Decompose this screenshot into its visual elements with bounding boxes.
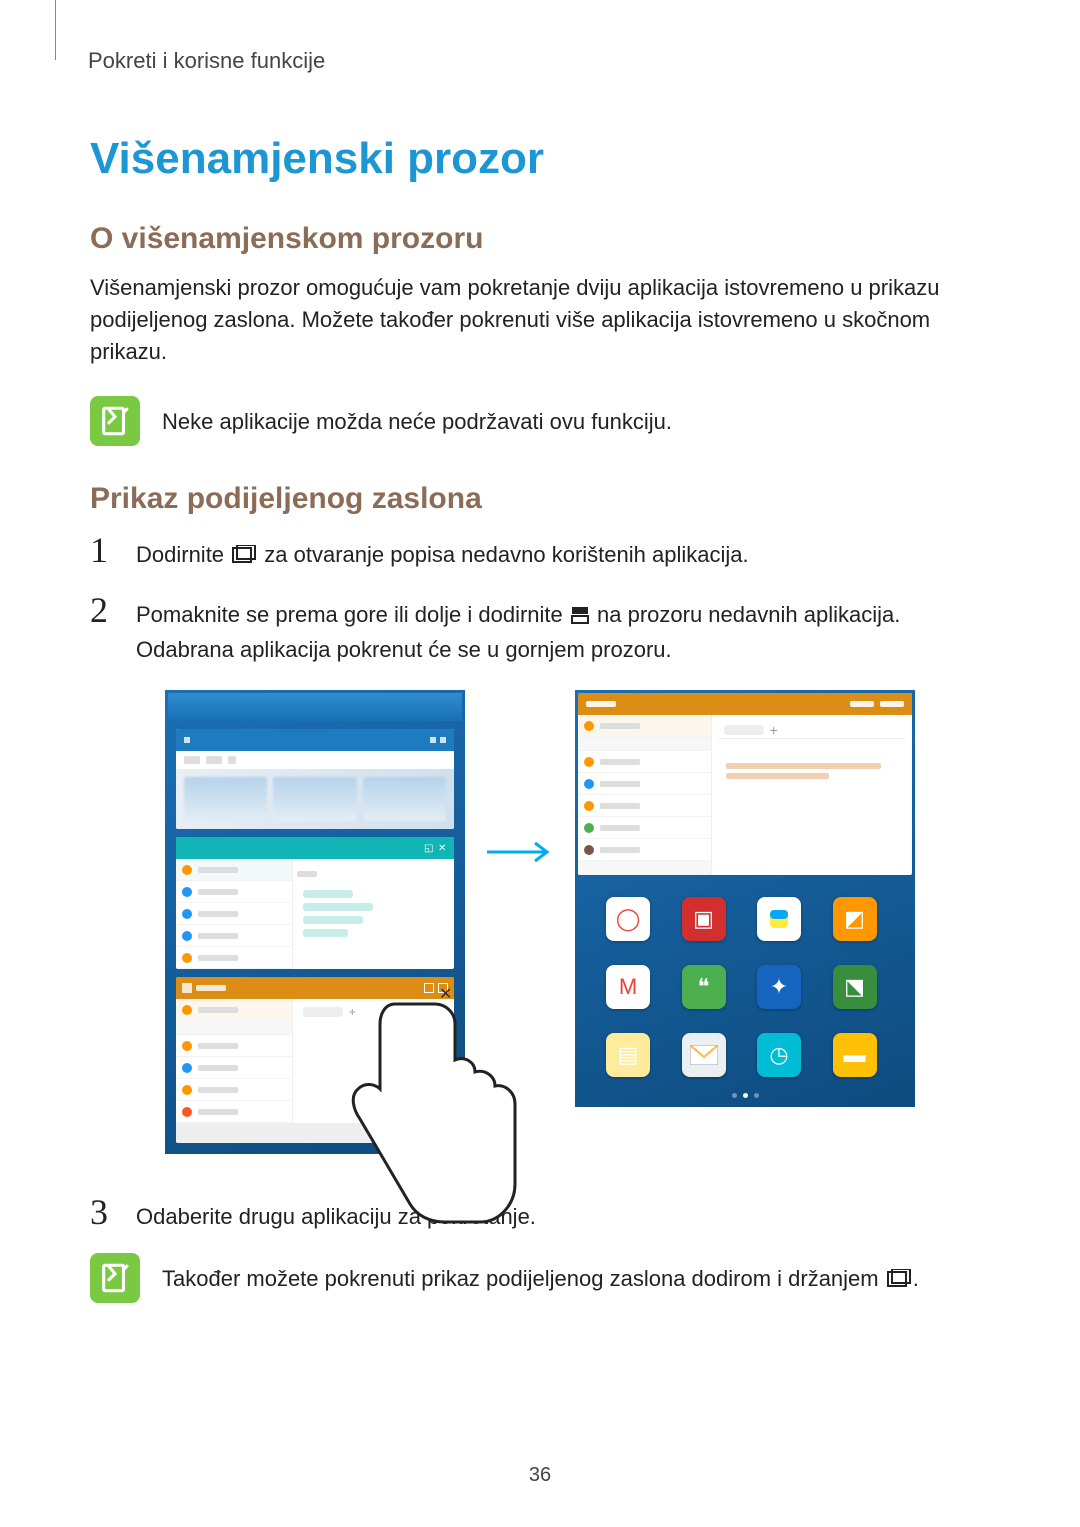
step-number: 2 — [90, 592, 118, 628]
step-2-text-b: na prozoru nedavnih aplikacija. — [597, 602, 900, 627]
step-1-text: Dodirnite za otvaranje popisa nedavno ko… — [136, 532, 749, 573]
step-2-text: Pomaknite se prema gore ili dolje i dodi… — [136, 592, 900, 666]
page-number: 36 — [0, 1464, 1080, 1487]
breadcrumb: Pokreti i korisne funkcije — [88, 48, 990, 74]
app-files-icon: ▬ — [833, 1033, 877, 1077]
split-view-icon — [571, 600, 589, 633]
step-3-text: Odaberite drugu aplikaciju za pokretanje… — [136, 1194, 536, 1233]
app-galaxy-icon — [757, 897, 801, 941]
step-2-text-c: Odabrana aplikacija pokrenut će se u gor… — [136, 637, 672, 662]
app-video-icon: ▣ — [682, 897, 726, 941]
app-clock-icon: ◷ — [757, 1033, 801, 1077]
page-title: Višenamjenski prozor — [90, 134, 990, 184]
app-gmail-icon: M — [606, 965, 650, 1009]
step-2-text-a: Pomaknite se prema gore ili dolje i dodi… — [136, 602, 569, 627]
step-number: 1 — [90, 532, 118, 568]
app-notes-icon: ▤ — [606, 1033, 650, 1077]
app-chrome-icon: ◯ — [606, 897, 650, 941]
arrow-right-icon — [485, 840, 555, 869]
recent-apps-icon — [887, 1264, 911, 1296]
note-2-text-b: . — [913, 1266, 919, 1291]
section-heading-about: O višenamjenskom prozoru — [90, 222, 990, 256]
screenshot-split-result: + ◯ ▣ ◩ M ❝ ✦ ⬔ ▤ ◷ — [575, 690, 915, 1107]
step-1-text-b: za otvaranje popisa nedavno korištenih a… — [264, 542, 748, 567]
note-text-2: Također možete pokrenuti prikaz podijelj… — [162, 1253, 919, 1296]
note-block-1: Neke aplikacije možda neće podržavati ov… — [90, 396, 990, 446]
app-maps-icon: ⬔ — [833, 965, 877, 1009]
note-icon — [90, 1253, 140, 1303]
margin-rule — [55, 0, 56, 60]
step-1-text-a: Dodirnite — [136, 542, 230, 567]
figure-row: ◱✕ — [90, 690, 990, 1154]
section-body-about: Višenamjenski prozor omogućuje vam pokre… — [90, 272, 990, 368]
note-block-2: Također možete pokrenuti prikaz podijelj… — [90, 1253, 990, 1303]
page-content: Pokreti i korisne funkcije Višenamjenski… — [0, 0, 1080, 1303]
app-hangouts-icon: ❝ — [682, 965, 726, 1009]
step-2: 2 Pomaknite se prema gore ili dolje i do… — [90, 592, 990, 666]
recent-apps-icon — [232, 539, 256, 572]
app-internet-icon: ✦ — [757, 965, 801, 1009]
app-email-icon — [682, 1033, 726, 1077]
step-number: 3 — [90, 1194, 118, 1230]
app-gallery-icon: ◩ — [833, 897, 877, 941]
step-3: 3 Odaberite drugu aplikaciju za pokretan… — [90, 1194, 990, 1233]
note-text-1: Neke aplikacije možda neće podržavati ov… — [162, 396, 672, 438]
step-1: 1 Dodirnite za otvaranje popisa nedavno … — [90, 532, 990, 573]
section-heading-split: Prikaz podijeljenog zaslona — [90, 482, 990, 516]
note-icon — [90, 396, 140, 446]
note-2-text-a: Također možete pokrenuti prikaz podijelj… — [162, 1266, 885, 1291]
screenshot-recent-apps: ◱✕ — [165, 690, 465, 1154]
